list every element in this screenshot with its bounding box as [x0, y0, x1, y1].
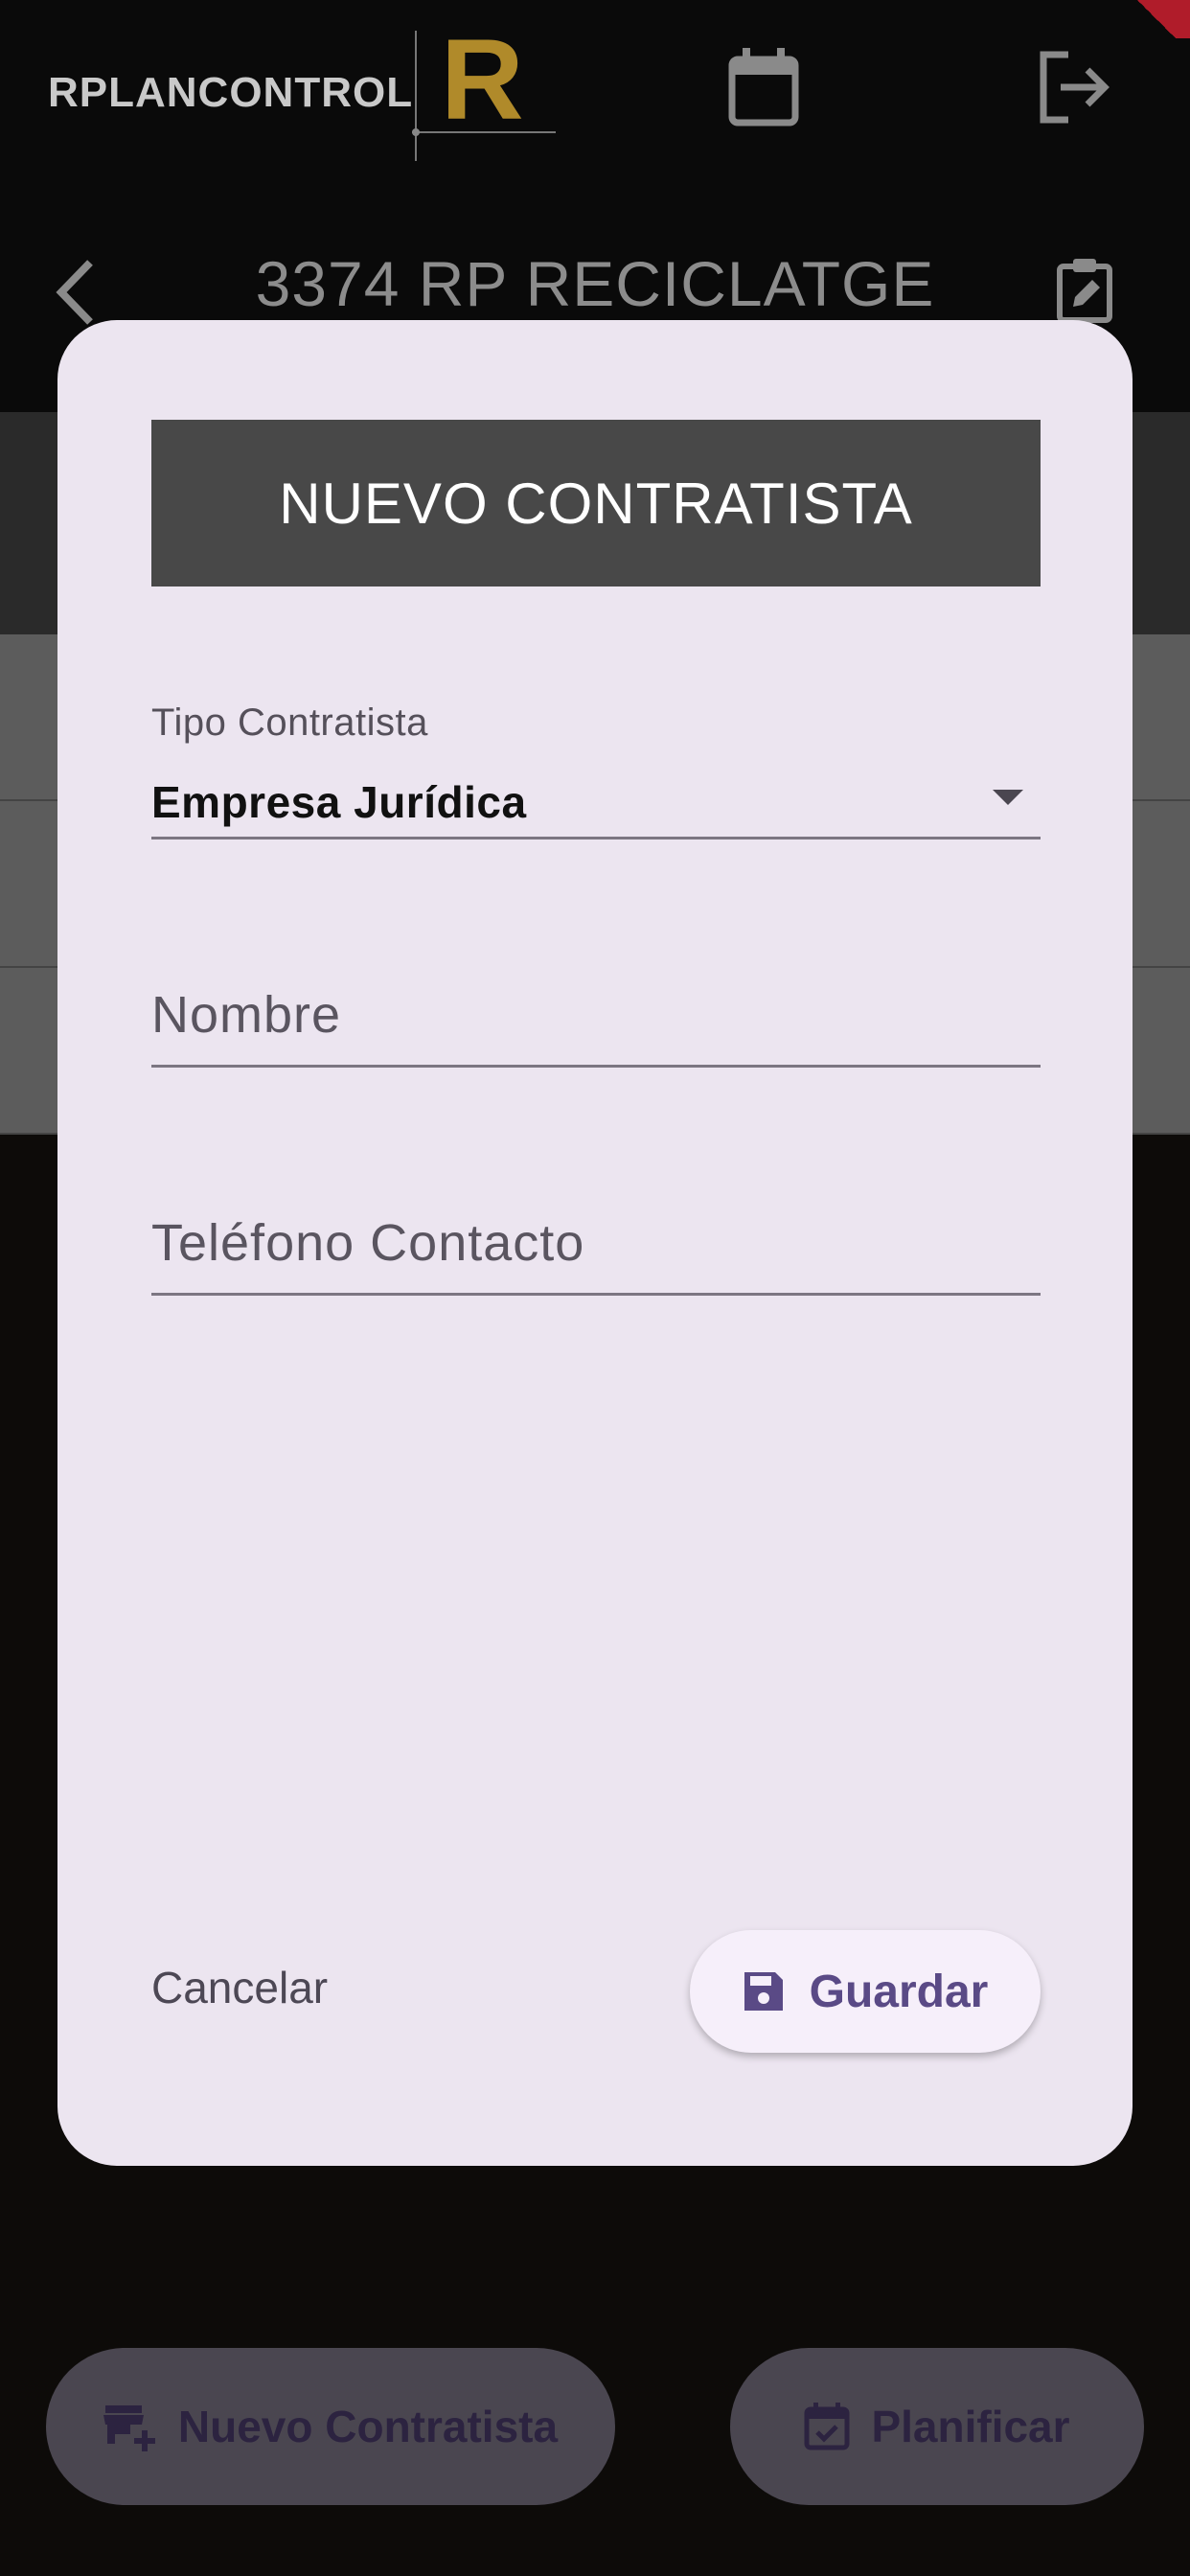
tipo-contratista-value: Empresa Jurídica [151, 777, 527, 827]
telefono-input[interactable] [151, 1200, 1041, 1286]
save-button[interactable]: Guardar [690, 1930, 1041, 2053]
dropdown-arrow-icon [993, 790, 1023, 805]
nombre-field-container [151, 943, 1041, 1068]
cancel-button[interactable]: Cancelar [146, 1930, 356, 2045]
telefono-field-container [151, 1171, 1041, 1296]
tipo-contratista-label: Tipo Contratista [151, 702, 428, 744]
nuevo-contratista-dialog: NUEVO CONTRATISTA Tipo Contratista Empre… [57, 320, 1133, 2166]
save-icon [744, 1972, 783, 2011]
nombre-input[interactable] [151, 972, 1041, 1058]
dialog-title: NUEVO CONTRATISTA [151, 420, 1041, 586]
tipo-contratista-select[interactable]: Tipo Contratista Empresa Jurídica [151, 671, 1041, 840]
save-label: Guardar [809, 1966, 989, 2017]
